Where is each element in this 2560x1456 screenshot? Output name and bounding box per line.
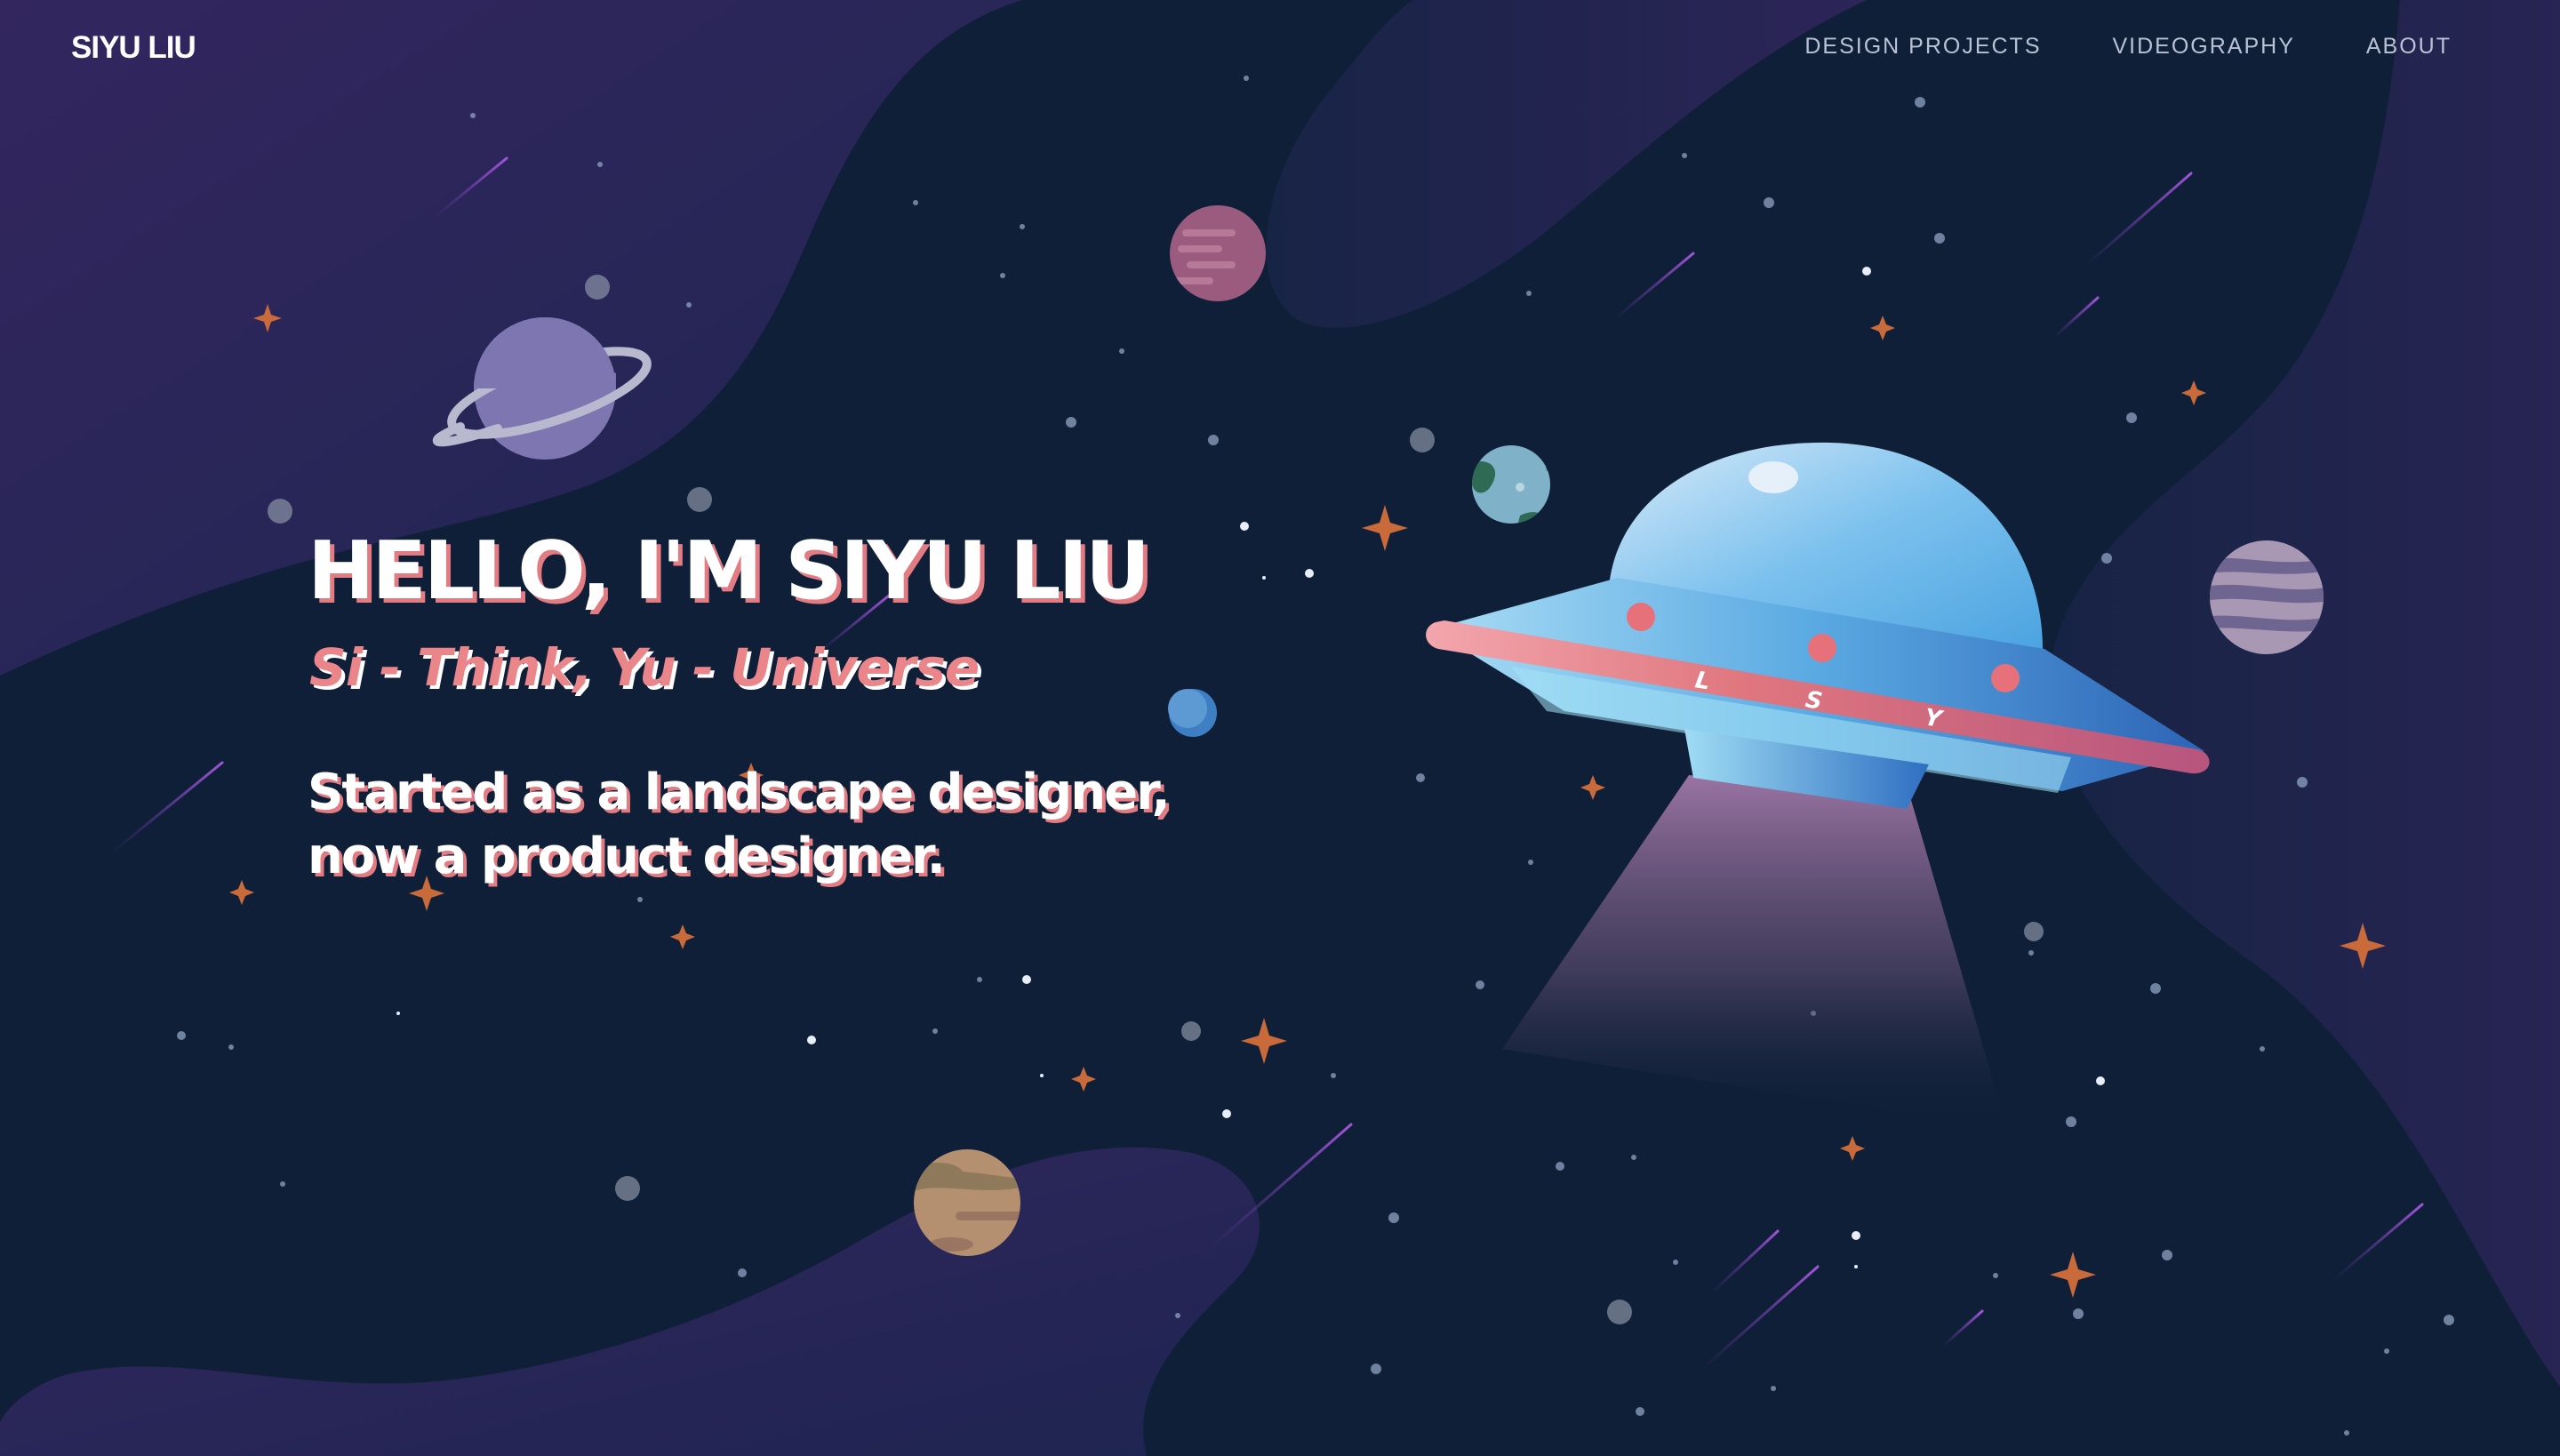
hero-section: HELLO, I'M SIYU LIU Si - Think, Yu - Uni… (308, 523, 1171, 889)
hero-description-line-2: now a product designer. (308, 828, 946, 885)
nav-link-design-projects[interactable]: DESIGN PROJECTS (1804, 34, 2041, 60)
ufo-beam (1502, 775, 2007, 1129)
hero-title: HELLO, I'M SIYU LIU (308, 524, 1150, 618)
site-logo[interactable]: SIYU LIU (71, 30, 196, 66)
nav-link-videography[interactable]: VIDEOGRAPHY (2113, 34, 2295, 60)
nebula-blob-right (2050, 0, 2560, 1387)
hero-tagline: Si - Think, Yu - Universe (309, 637, 980, 698)
hero-description-line-1: Started as a landscape designer, (308, 764, 1171, 821)
earth-planet-icon (1472, 445, 1550, 524)
page: L S Y SIYU LIU DESIGN PROJECTS VIDEOGRAP… (0, 0, 2560, 1456)
nav-link-about[interactable]: ABOUT (2366, 34, 2452, 60)
blue-moon-icon (1168, 689, 1217, 737)
pink-planet-icon (1170, 205, 1266, 301)
navbar: SIYU LIU DESIGN PROJECTS VIDEOGRAPHY ABO… (0, 0, 2560, 98)
ufo-dome-highlight (1748, 461, 1798, 493)
nav-links: DESIGN PROJECTS VIDEOGRAPHY ABOUT (1804, 34, 2452, 60)
hero-description: Started as a landscape designer, now a p… (308, 761, 1171, 889)
